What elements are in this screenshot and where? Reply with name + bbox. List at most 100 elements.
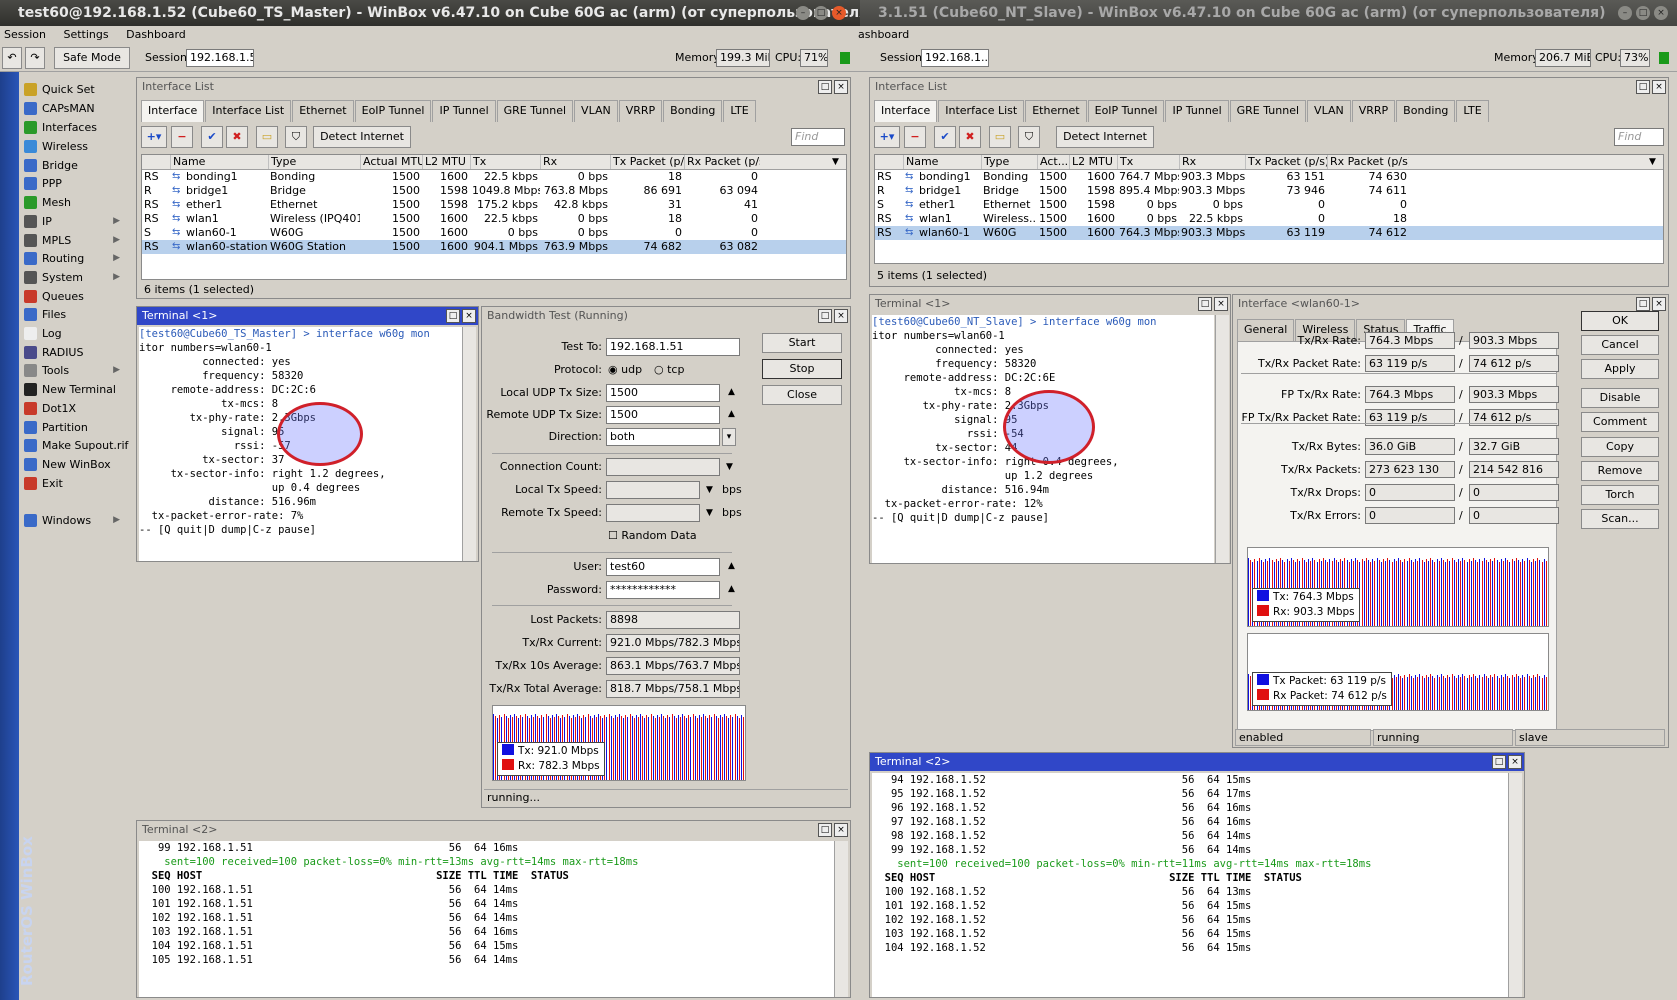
enable-icon[interactable]: ✔ — [201, 126, 223, 148]
table-row[interactable]: Swlan60-1 W60G 1500 1600 0 bps 0 bps 0 0 ⇆ — [142, 226, 846, 240]
column-header[interactable]: Tx Packet (p/s) — [610, 155, 684, 169]
sidebar-item-dot1x[interactable]: Dot1X — [20, 399, 124, 418]
collapse-up-icon[interactable]: ▲ — [728, 406, 735, 422]
sidebar-item-capsman[interactable]: CAPsMAN — [20, 99, 124, 118]
remove-icon[interactable]: − — [904, 126, 926, 148]
remote-tx-speed-input[interactable] — [606, 504, 700, 522]
table-row[interactable]: RS wlan1 Wireless (IPQ4019) 1500 1600 22.5 kb… — [142, 212, 846, 226]
sidebar-item-new-winbox[interactable]: New WinBox — [20, 455, 124, 474]
tab-ethernet[interactable]: Ethernet — [292, 100, 354, 122]
table-row[interactable]: Rbridge1 Bridge 1500 1598 895.4 Mbps 903.3 Mb… — [875, 184, 1663, 198]
close-icon[interactable]: × — [834, 823, 848, 837]
column-header[interactable]: Type — [268, 155, 360, 169]
scrollbar[interactable] — [1215, 315, 1229, 563]
tab-bonding[interactable]: Bonding — [663, 100, 723, 122]
detect-internet-button[interactable]: Detect Internet — [313, 126, 411, 148]
filter-icon[interactable]: ⛉ — [285, 126, 307, 148]
sidebar-item-queues[interactable]: Queues — [20, 287, 124, 306]
sidebar-item-exit[interactable]: Exit — [20, 474, 124, 493]
restore-icon[interactable]: □ — [818, 80, 832, 94]
column-header[interactable]: Act... — [1037, 155, 1069, 169]
tab-gre-tunnel[interactable]: GRE Tunnel — [1229, 100, 1307, 122]
stop-button[interactable]: Stop — [762, 359, 842, 379]
tab-vrrp[interactable]: VRRP — [618, 100, 663, 122]
close-icon[interactable]: × — [1508, 755, 1522, 769]
sidebar-item-bridge[interactable]: Bridge — [20, 156, 124, 175]
test-to-input[interactable]: 192.168.1.51 — [606, 338, 740, 356]
restore-icon[interactable]: □ — [818, 309, 832, 323]
disable-button[interactable]: Disable — [1581, 388, 1659, 408]
scrollbar[interactable] — [462, 327, 476, 561]
remove-icon[interactable]: − — [171, 126, 193, 148]
sidebar-item-files[interactable]: Files — [20, 305, 124, 324]
scan--button[interactable]: Scan... — [1581, 509, 1659, 529]
comment-button[interactable]: Comment — [1581, 412, 1659, 432]
session-field[interactable]: 192.168.1.52 — [186, 49, 254, 67]
tab-lte[interactable]: LTE — [1456, 100, 1489, 122]
remote-udp-input[interactable]: 1500 — [606, 406, 720, 424]
tab-ip-tunnel[interactable]: IP Tunnel — [432, 100, 496, 122]
table-row[interactable]: Rbridge1 Bridge 1500 1598 1049.8 Mbps 763.8 M… — [142, 184, 846, 198]
undo-icon[interactable]: ↶ — [2, 47, 22, 69]
menu-dashboard[interactable]: Dashboard — [126, 28, 186, 41]
menu-session[interactable]: Session — [4, 28, 46, 41]
tab-bonding[interactable]: Bonding — [1396, 100, 1456, 122]
collapse-up-icon[interactable]: ▲ — [728, 384, 735, 400]
start-button[interactable]: Start — [762, 333, 842, 353]
column-header[interactable]: Type — [981, 155, 1037, 169]
tab-eoip-tunnel[interactable]: EoIP Tunnel — [1087, 100, 1165, 122]
ok-button[interactable]: OK — [1581, 311, 1659, 331]
column-menu-icon[interactable]: ▼ — [1649, 155, 1661, 169]
restore-icon[interactable]: □ — [1636, 80, 1650, 94]
menu-dashboard[interactable]: ashboard — [858, 28, 909, 41]
sidebar-item-partition[interactable]: Partition — [20, 418, 124, 437]
close-icon[interactable]: × — [462, 309, 476, 323]
sidebar-item-wireless[interactable]: Wireless — [20, 137, 124, 156]
maximize-icon[interactable]: □ — [1636, 6, 1650, 20]
column-header[interactable]: Actual MTU — [360, 155, 422, 169]
tab-ip-tunnel[interactable]: IP Tunnel — [1165, 100, 1229, 122]
scrollbar[interactable] — [1508, 773, 1522, 997]
restore-icon[interactable]: □ — [446, 309, 460, 323]
column-header[interactable]: Rx — [540, 155, 610, 169]
sidebar-item-routing[interactable]: Routing ▶ — [20, 249, 124, 268]
dropdown-icon[interactable]: ▼ — [726, 459, 733, 475]
close-icon[interactable]: × — [834, 80, 848, 94]
left-window-titlebar[interactable]: test60@192.168.1.52 (Cube60_TS_Master) -… — [0, 0, 860, 26]
sidebar-item-tools[interactable]: Tools ▶ — [20, 361, 124, 380]
tab-lte[interactable]: LTE — [723, 100, 756, 122]
column-menu-icon[interactable]: ▼ — [832, 155, 844, 169]
disable-icon[interactable]: ✖ — [959, 126, 981, 148]
sidebar-item-radius[interactable]: RADIUS — [20, 343, 124, 362]
restore-icon[interactable]: □ — [1492, 755, 1506, 769]
sidebar-item-log[interactable]: Log — [20, 324, 124, 343]
copy-button[interactable]: Copy — [1581, 437, 1659, 457]
sidebar-item-windows[interactable]: Windows ▶ — [20, 511, 124, 530]
minimize-icon[interactable]: – — [796, 6, 810, 20]
restore-icon[interactable]: □ — [1198, 297, 1212, 311]
tab-vlan[interactable]: VLAN — [1307, 100, 1351, 122]
comment-icon[interactable]: ▭ — [989, 126, 1011, 148]
terminal-output[interactable]: 94 192.168.1.52 56 64 15ms 95 192.168.1.… — [872, 773, 1508, 997]
torch-button[interactable]: Torch — [1581, 485, 1659, 505]
connection-count-input[interactable] — [606, 458, 720, 476]
close-button[interactable]: Close — [762, 385, 842, 405]
minimize-icon[interactable]: – — [1618, 6, 1632, 20]
disable-icon[interactable]: ✖ — [226, 126, 248, 148]
column-header[interactable]: L2 MTU — [1069, 155, 1117, 169]
collapse-up-icon[interactable]: ▲ — [728, 581, 735, 597]
column-header[interactable]: Tx Packet (p/s) — [1245, 155, 1327, 169]
dropdown-icon[interactable]: ▼ — [706, 482, 713, 498]
local-udp-input[interactable]: 1500 — [606, 384, 720, 402]
random-data-checkbox[interactable]: ☐ Random Data — [608, 528, 697, 544]
maximize-icon[interactable]: □ — [814, 6, 828, 20]
close-icon[interactable]: × — [1652, 297, 1666, 311]
add-icon[interactable]: +▾ — [141, 126, 167, 148]
table-row[interactable]: Sether1 Ethernet 1500 1598 0 bps 0 bps 0 0 ⇆ — [875, 198, 1663, 212]
column-header[interactable]: L2 MTU — [422, 155, 470, 169]
column-header[interactable]: Name — [170, 155, 268, 169]
right-window-titlebar[interactable]: 3.1.51 (Cube60_NT_Slave) - WinBox v6.47.… — [860, 0, 1677, 26]
tab-interface-list[interactable]: Interface List — [205, 100, 292, 122]
column-header[interactable]: Tx — [470, 155, 540, 169]
remove-button[interactable]: Remove — [1581, 461, 1659, 481]
